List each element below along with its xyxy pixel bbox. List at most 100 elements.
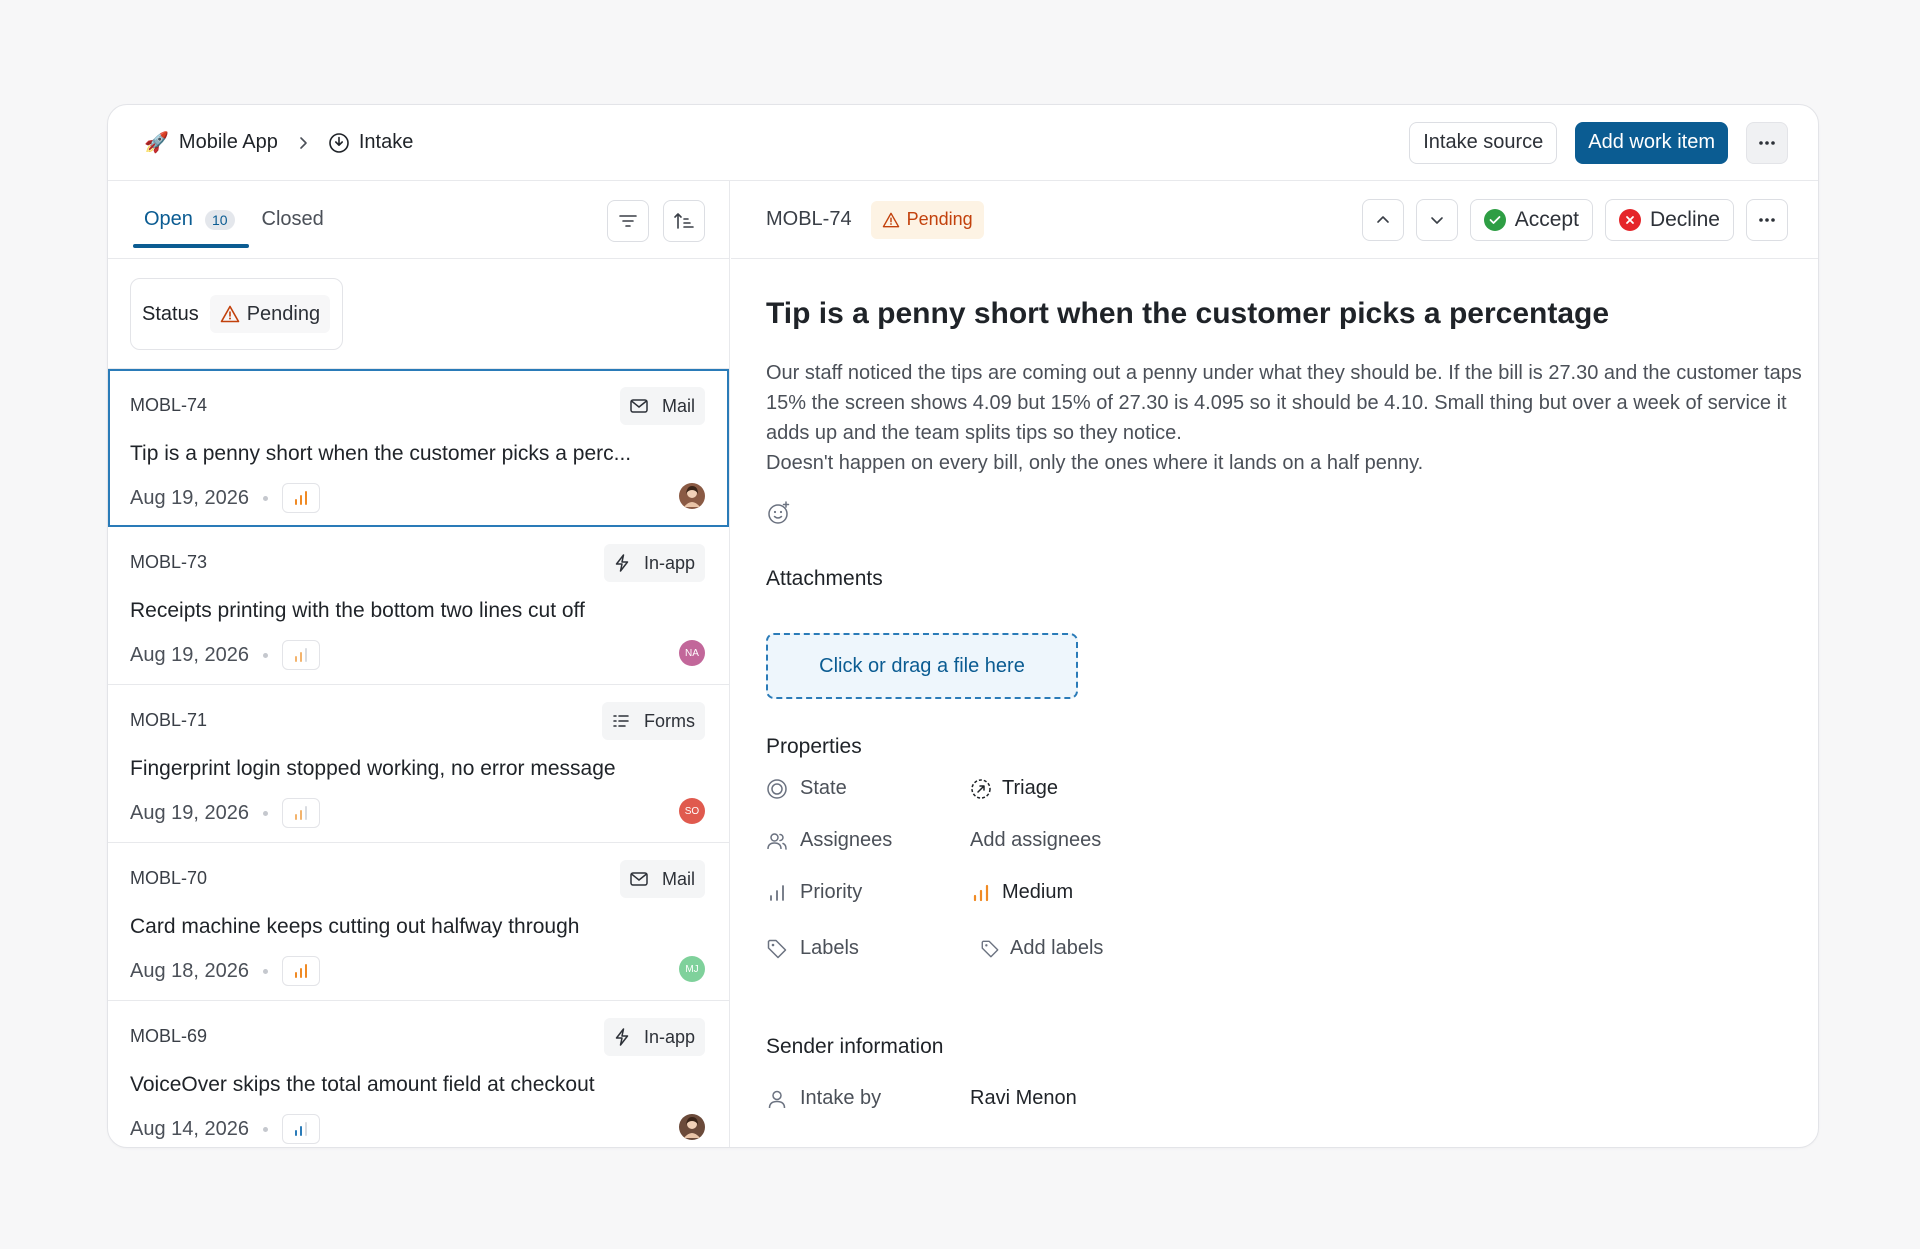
list-item[interactable]: MOBL-71 Forms Fingerprint login stopped wo… bbox=[108, 685, 729, 843]
user-icon bbox=[768, 1090, 786, 1108]
users-icon bbox=[767, 832, 787, 850]
priority-icon[interactable] bbox=[282, 1114, 320, 1144]
form-icon bbox=[612, 713, 637, 729]
item-id: MOBL-70 bbox=[130, 868, 208, 888]
bolt-icon bbox=[614, 554, 637, 572]
priority-icon[interactable] bbox=[282, 798, 320, 828]
property-state: State Triage bbox=[766, 777, 1058, 800]
top-bar: 🚀 Mobile App Intake Intake source Add wo… bbox=[108, 105, 1818, 181]
avatar[interactable] bbox=[679, 483, 705, 509]
decline-button[interactable]: Decline bbox=[1604, 198, 1734, 241]
item-meta: Aug 19, 2026 bbox=[130, 483, 320, 513]
source-tag: Mail bbox=[619, 860, 705, 898]
priority-icon[interactable] bbox=[282, 640, 320, 670]
filter-area: Status Pending bbox=[108, 259, 729, 369]
sender-information-title: Sender information bbox=[766, 1035, 944, 1058]
property-intake-by: Intake by Ravi Menon bbox=[766, 1087, 1077, 1110]
item-date: Aug 14, 2026 bbox=[130, 1117, 249, 1140]
description-paragraph-2: Doesn't happen on every bill, only the o… bbox=[766, 452, 1424, 474]
item-date: Aug 19, 2026 bbox=[130, 801, 249, 824]
item-title: Tip is a penny short when the customer p… bbox=[130, 442, 632, 465]
state-value[interactable]: Triage bbox=[970, 777, 1058, 800]
tag-icon bbox=[767, 939, 787, 958]
item-date: Aug 18, 2026 bbox=[130, 959, 249, 982]
status-badge: Pending bbox=[870, 200, 984, 239]
check-circle-icon bbox=[1483, 208, 1506, 231]
warning-icon bbox=[220, 305, 240, 323]
item-meta: Aug 19, 2026 bbox=[130, 798, 320, 828]
source-tag: In-app bbox=[603, 1018, 705, 1056]
add-work-item-button[interactable]: Add work item bbox=[1575, 121, 1728, 164]
triage-icon bbox=[971, 778, 991, 799]
priority-icon[interactable] bbox=[282, 956, 320, 986]
app-window: 🚀 Mobile App Intake Intake source Add wo… bbox=[107, 104, 1819, 1148]
more-options-button[interactable] bbox=[1746, 121, 1788, 164]
tag-icon bbox=[981, 940, 999, 957]
source-tag: Forms bbox=[602, 702, 705, 740]
sort-button[interactable] bbox=[663, 200, 705, 242]
intake-list-panel: Open 10 Closed Status Pending MOBL-74 Ma… bbox=[108, 181, 730, 1147]
tab-open-label: Open bbox=[144, 208, 193, 230]
properties-title: Properties bbox=[766, 735, 862, 758]
more-horizontal-icon bbox=[1759, 140, 1775, 145]
avatar[interactable]: SO bbox=[679, 798, 705, 824]
intake-source-button[interactable]: Intake source bbox=[1409, 121, 1558, 164]
chevron-right-icon bbox=[296, 136, 310, 150]
state-icon bbox=[767, 778, 787, 799]
detail-more-button[interactable] bbox=[1746, 198, 1788, 241]
status-filter-chip[interactable]: Status Pending bbox=[130, 278, 343, 350]
item-id: MOBL-71 bbox=[130, 710, 208, 730]
item-meta: Aug 18, 2026 bbox=[130, 956, 320, 986]
item-date: Aug 19, 2026 bbox=[130, 486, 249, 509]
item-id: MOBL-73 bbox=[130, 552, 208, 572]
priority-bars-icon bbox=[770, 884, 784, 901]
mail-icon bbox=[630, 872, 655, 886]
property-labels: Labels Add labels bbox=[766, 937, 1103, 960]
warning-icon bbox=[882, 212, 899, 227]
tab-open[interactable]: Open 10 bbox=[133, 181, 248, 258]
breadcrumb-project[interactable]: Mobile App bbox=[179, 131, 278, 154]
status-filter-value: Pending bbox=[209, 295, 331, 333]
property-priority: Priority Medium bbox=[766, 881, 1073, 904]
source-tag: In-app bbox=[603, 544, 705, 582]
property-assignees: Assignees Add assignees bbox=[766, 829, 1101, 852]
x-circle-icon bbox=[1618, 208, 1641, 231]
add-labels-button[interactable]: Add labels bbox=[980, 937, 1103, 960]
separator-dot bbox=[263, 652, 268, 658]
tab-bar: Open 10 Closed bbox=[108, 181, 729, 259]
separator-dot bbox=[263, 495, 268, 501]
item-title: Card machine keeps cutting out halfway t… bbox=[130, 915, 580, 938]
intake-by-value: Ravi Menon bbox=[970, 1087, 1077, 1109]
add-reaction-icon[interactable] bbox=[766, 500, 792, 531]
filter-button[interactable] bbox=[607, 200, 649, 242]
intake-icon bbox=[328, 132, 350, 154]
priority-medium-icon bbox=[973, 884, 989, 901]
filter-icon bbox=[619, 215, 637, 227]
attachments-title: Attachments bbox=[766, 567, 883, 590]
list-item[interactable]: MOBL-73 In-app Receipts printing with the … bbox=[108, 527, 729, 685]
sort-icon bbox=[674, 213, 694, 229]
list-item[interactable]: MOBL-69 In-app VoiceOver skips the total a… bbox=[108, 1001, 729, 1147]
separator-dot bbox=[263, 810, 268, 816]
detail-header: MOBL-74 Pending Accept Decline bbox=[731, 181, 1818, 259]
item-id: MOBL-74 bbox=[130, 395, 208, 415]
previous-item-button[interactable] bbox=[1361, 198, 1404, 241]
item-date: Aug 19, 2026 bbox=[130, 643, 249, 666]
list-item[interactable]: MOBL-70 Mail Card machine keeps cutting ou… bbox=[108, 843, 729, 1001]
accept-button[interactable]: Accept bbox=[1469, 198, 1593, 241]
list-item[interactable]: MOBL-74 Mail Tip is a penny short when the… bbox=[108, 369, 729, 527]
avatar[interactable] bbox=[679, 1114, 705, 1140]
item-title: Receipts printing with the bottom two li… bbox=[130, 599, 585, 622]
chevron-down-icon bbox=[1430, 216, 1443, 224]
tab-closed[interactable]: Closed bbox=[262, 181, 324, 258]
priority-icon[interactable] bbox=[282, 483, 320, 513]
item-meta: Aug 19, 2026 bbox=[130, 640, 320, 670]
next-item-button[interactable] bbox=[1415, 198, 1458, 241]
file-dropzone[interactable]: Click or drag a file here bbox=[766, 633, 1078, 699]
avatar[interactable]: MJ bbox=[679, 956, 705, 982]
add-assignees-button[interactable]: Add assignees bbox=[970, 829, 1101, 852]
avatar[interactable]: NA bbox=[679, 640, 705, 666]
item-title: Fingerprint login stopped working, no er… bbox=[130, 757, 616, 780]
priority-value[interactable]: Medium bbox=[970, 881, 1073, 904]
status-filter-label: Status bbox=[142, 302, 199, 325]
